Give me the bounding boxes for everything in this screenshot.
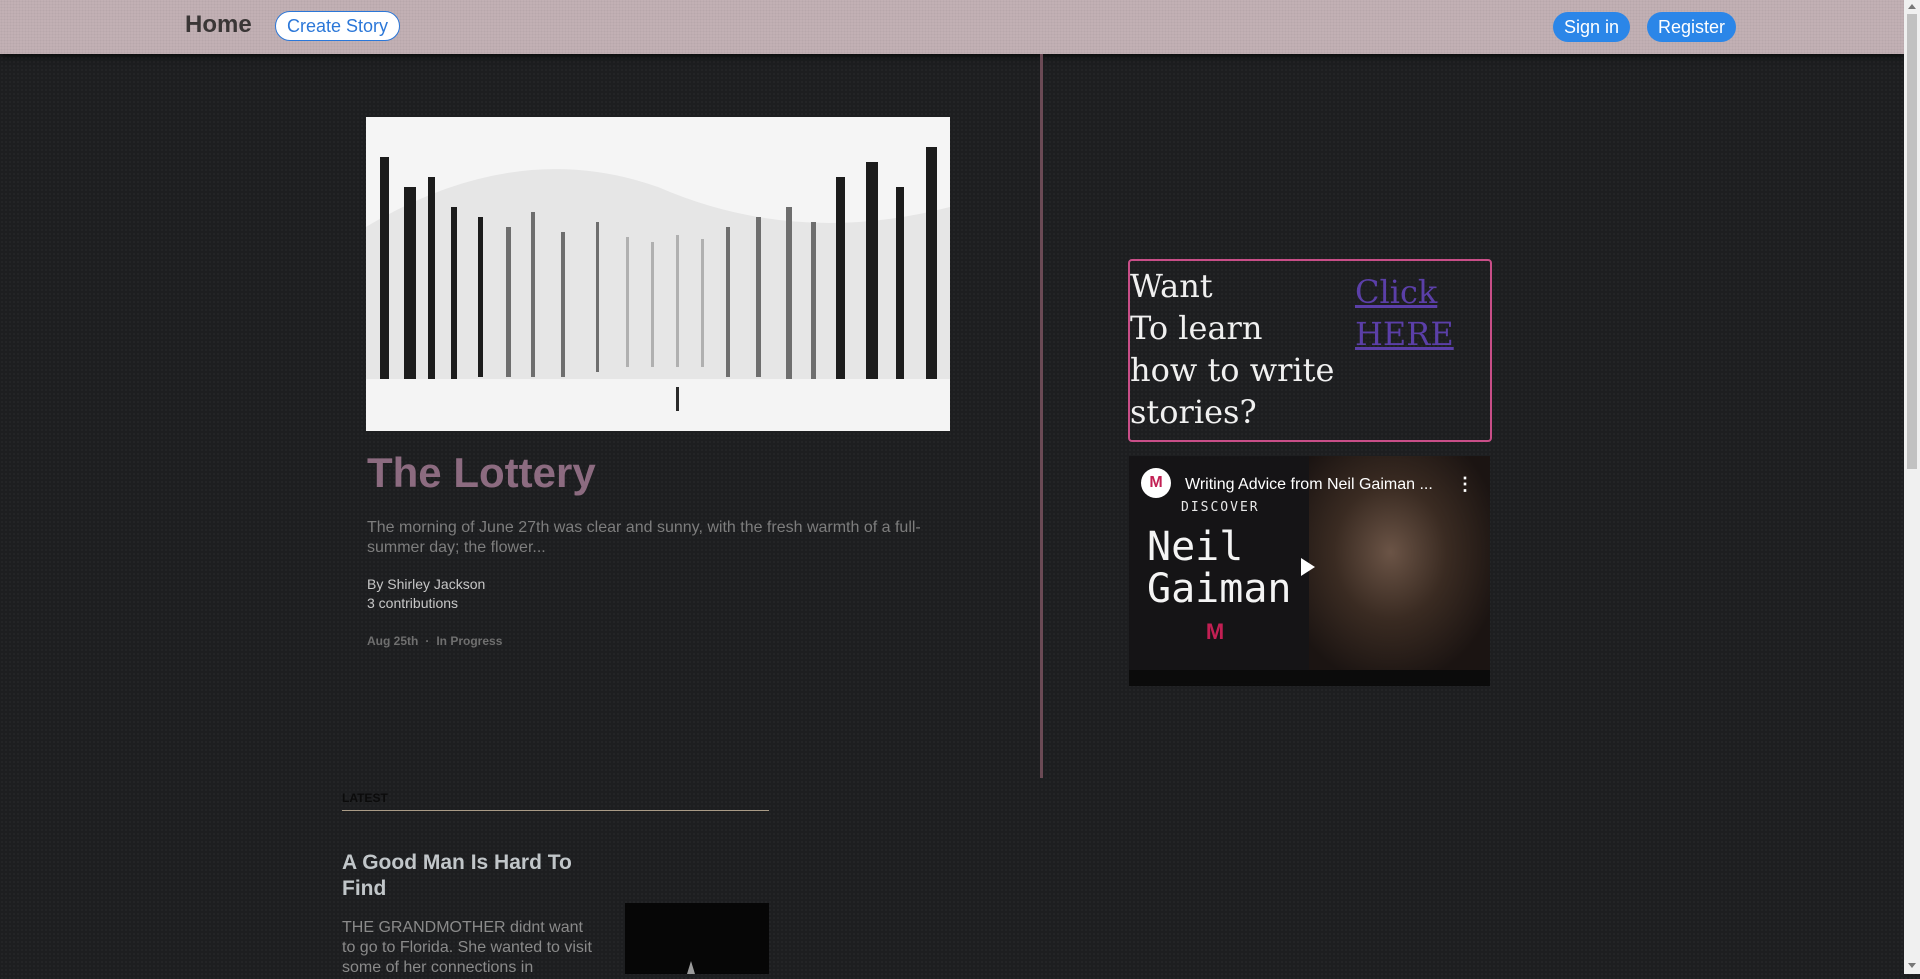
latest-section-label: LATEST <box>342 791 388 805</box>
latest-section-rule <box>342 810 769 811</box>
promo-text-line: stories? <box>1130 393 1257 431</box>
latest-story-title[interactable]: A Good Man Is Hard To Find <box>342 850 602 902</box>
featured-story-meta: Aug 25th · In Progress <box>367 634 502 648</box>
video-bottom-bar <box>1129 670 1490 686</box>
promo-link[interactable]: Click HERE <box>1355 271 1475 355</box>
story-thumbnail-image <box>625 903 769 974</box>
scroll-down-icon[interactable] <box>1908 963 1916 968</box>
featured-story-contributions: 3 contributions <box>367 595 459 611</box>
play-icon[interactable] <box>1301 558 1315 576</box>
promo-link-line[interactable]: Click <box>1355 271 1475 313</box>
register-button[interactable]: Register <box>1647 12 1737 42</box>
promo-link-line[interactable]: HERE <box>1355 313 1475 355</box>
video-name-text: Neil Gaiman <box>1147 526 1317 610</box>
featured-story-image[interactable] <box>366 117 950 431</box>
channel-logo-icon[interactable]: M <box>1141 468 1171 498</box>
scrollbar-thumb[interactable] <box>1907 14 1917 469</box>
sign-in-button[interactable]: Sign in <box>1553 12 1631 42</box>
scroll-up-icon[interactable] <box>1908 4 1916 9</box>
video-embed[interactable]: M Writing Advice from Neil Gaiman ... ⋮ … <box>1129 456 1490 686</box>
create-story-button[interactable]: Create Story <box>275 11 401 41</box>
home-link[interactable]: Home <box>185 11 252 39</box>
latest-story-excerpt: THE GRANDMOTHER didnt want to go to Flor… <box>342 919 592 976</box>
featured-story-author: By Shirley Jackson <box>367 576 486 592</box>
promo-text-line: Want <box>1130 267 1213 305</box>
featured-story-status: In Progress <box>436 634 503 648</box>
meta-separator: · <box>425 634 430 648</box>
column-divider <box>1040 54 1043 778</box>
promo-text: Want To learn how to write stories? <box>1130 265 1340 433</box>
video-name-line: Gaiman <box>1147 566 1292 612</box>
more-options-icon[interactable]: ⋮ <box>1456 474 1474 495</box>
latest-story-thumbnail[interactable] <box>625 903 769 974</box>
promo-text-line: how to write <box>1130 351 1335 389</box>
video-discover-label: DISCOVER <box>1181 500 1260 515</box>
featured-story-excerpt: The morning of June 27th was clear and s… <box>367 519 921 556</box>
snowy-forest-image <box>366 117 950 431</box>
featured-story-date: Aug 25th <box>367 634 419 648</box>
video-title[interactable]: Writing Advice from Neil Gaiman ... <box>1185 476 1455 494</box>
brand-mark-icon: M <box>1205 619 1225 644</box>
promo-text-line: To learn <box>1130 309 1263 347</box>
page-scrollbar[interactable] <box>1904 0 1920 974</box>
top-navbar: Home Create Story Sign in Register <box>0 0 1904 54</box>
featured-story-title[interactable]: The Lottery <box>367 449 596 497</box>
video-name-line: Neil <box>1147 524 1244 570</box>
